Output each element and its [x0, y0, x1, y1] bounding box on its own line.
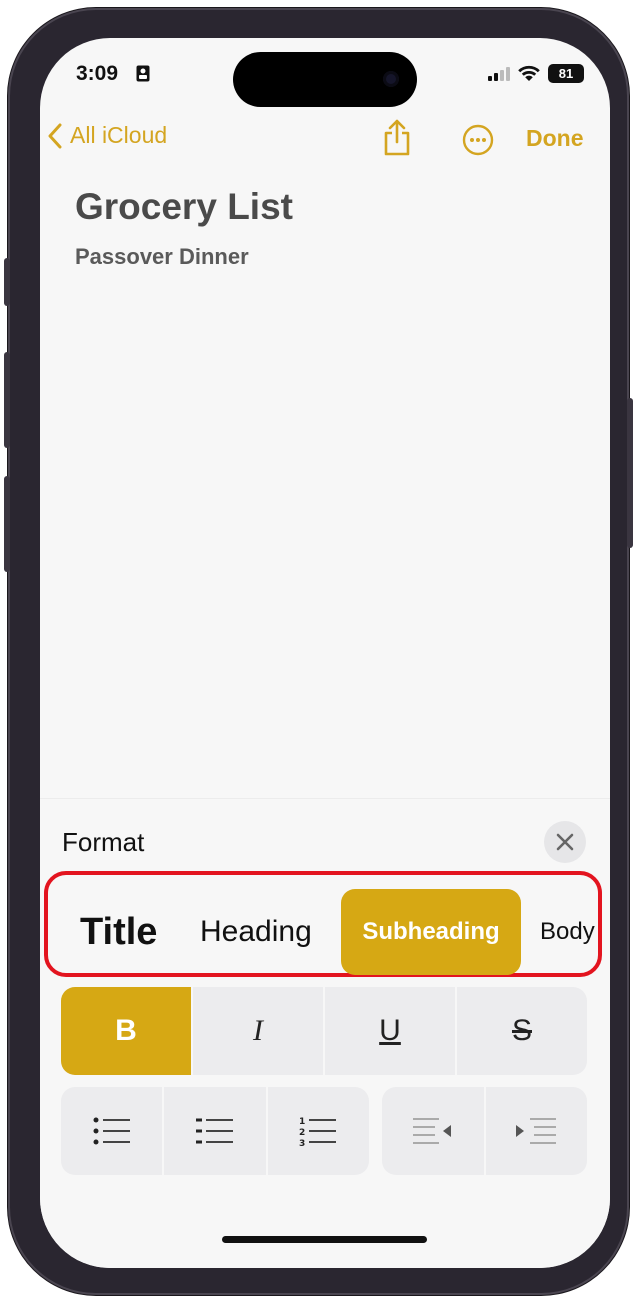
paragraph-style-row: Title Heading Subheading Body	[40, 889, 610, 975]
text-style-row: B I U S	[61, 987, 587, 1075]
power-button	[627, 398, 633, 548]
status-icons: 81	[488, 64, 584, 83]
outdent-icon	[412, 1118, 451, 1144]
style-option-subheading[interactable]: Subheading	[341, 889, 521, 975]
svg-text:2: 2	[299, 1128, 305, 1138]
chevron-left-icon	[48, 123, 62, 148]
indent-group	[382, 1087, 587, 1175]
style-option-heading[interactable]: Heading	[200, 889, 312, 975]
volume-down-button	[4, 476, 10, 572]
note-subtitle[interactable]: Passover Dinner	[75, 244, 249, 270]
underline-button[interactable]: U	[323, 987, 455, 1075]
bulleted-list-icon	[93, 1117, 130, 1145]
numbered-list-icon: 1 2 3	[299, 1117, 337, 1147]
dashed-list-button[interactable]	[162, 1087, 265, 1175]
more-options-button[interactable]	[462, 124, 494, 161]
camera-icon	[383, 71, 399, 87]
indent-icon	[516, 1118, 557, 1144]
id-badge-icon	[136, 65, 150, 87]
strikethrough-button[interactable]: S	[455, 987, 587, 1075]
dashed-list-icon	[195, 1118, 233, 1144]
numbered-list-button[interactable]: 1 2 3	[265, 1087, 369, 1175]
decrease-indent-button[interactable]	[382, 1087, 484, 1175]
note-title[interactable]: Grocery List	[75, 186, 293, 228]
svg-text:1: 1	[299, 1117, 305, 1127]
bold-button[interactable]: B	[61, 987, 191, 1075]
cellular-signal-icon	[488, 67, 510, 81]
ellipsis-circle-icon	[462, 124, 494, 156]
back-label: All iCloud	[70, 122, 168, 148]
style-option-title[interactable]: Title	[80, 889, 157, 975]
bulleted-list-button[interactable]	[61, 1087, 162, 1175]
list-style-group: 1 2 3	[61, 1087, 369, 1175]
increase-indent-button[interactable]	[483, 1087, 588, 1175]
home-indicator[interactable]	[222, 1236, 427, 1243]
volume-up-button	[4, 352, 10, 448]
wifi-icon	[518, 65, 540, 81]
done-button[interactable]: Done	[526, 125, 584, 152]
style-option-body[interactable]: Body	[540, 889, 595, 975]
italic-button[interactable]: I	[191, 987, 323, 1075]
status-time: 3:09	[76, 62, 119, 85]
close-format-button[interactable]	[544, 821, 586, 863]
share-button[interactable]	[382, 118, 412, 163]
close-icon	[556, 833, 574, 851]
dynamic-island	[233, 52, 417, 107]
action-button	[4, 258, 10, 306]
format-panel-title: Format	[62, 827, 145, 857]
svg-text:3: 3	[299, 1139, 305, 1147]
back-button[interactable]: All iCloud	[48, 122, 167, 149]
share-icon	[384, 119, 410, 156]
screen: 3:09 81 All iCloud Done Grocery List Pas…	[40, 38, 610, 1268]
format-panel: Format Title Heading Subheading Body B I…	[40, 798, 610, 1268]
battery-indicator: 81	[548, 64, 584, 83]
